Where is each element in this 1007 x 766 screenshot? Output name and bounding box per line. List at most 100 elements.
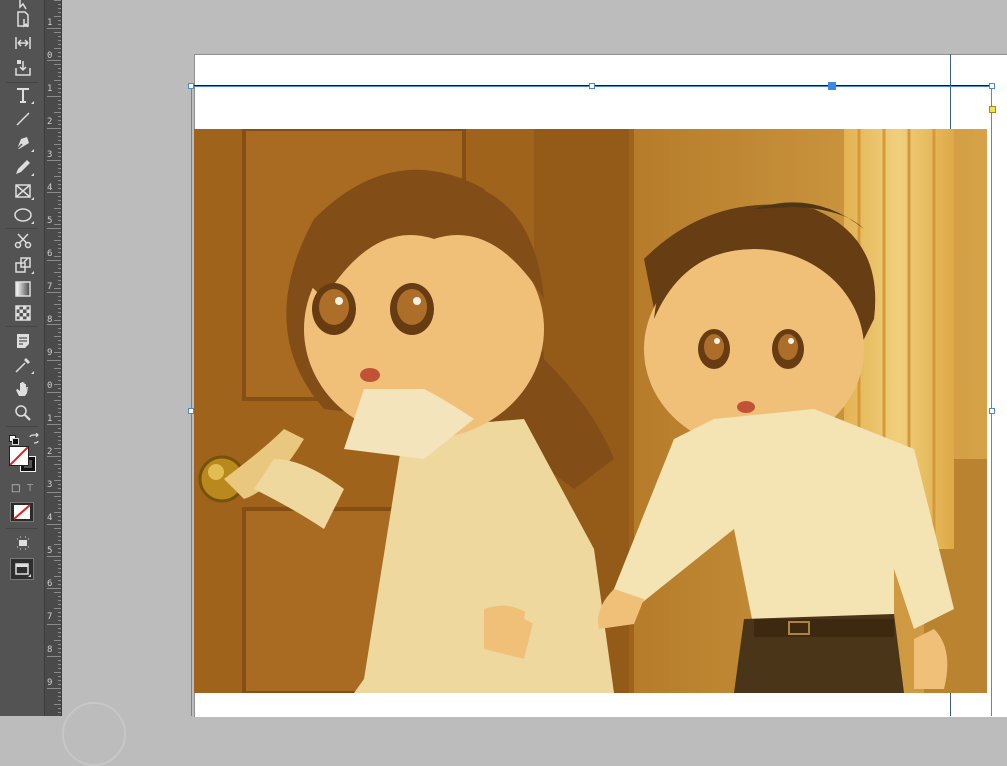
- ruler-label: 8: [47, 645, 53, 655]
- zoom-tool[interactable]: [10, 402, 36, 424]
- ruler-tick: [58, 572, 61, 573]
- screen-mode-normal[interactable]: [10, 558, 34, 580]
- line-tool[interactable]: [10, 108, 36, 130]
- ruler-tick: [47, 688, 61, 689]
- ruler-label: 5: [47, 216, 53, 226]
- page-tool[interactable]: [10, 8, 36, 30]
- free-transform-icon: [15, 257, 31, 273]
- ruler-tick: [54, 576, 61, 577]
- ruler-tick: [47, 624, 61, 625]
- ruler-tick: [58, 440, 61, 441]
- ruler-tick: [58, 712, 61, 713]
- ruler-tick: [54, 320, 61, 321]
- swap-fill-stroke-button[interactable]: [28, 430, 40, 444]
- ruler-tick: [54, 560, 61, 561]
- screen-mode-preview[interactable]: [10, 532, 36, 554]
- gradient-feather-icon: [15, 305, 31, 321]
- formatting-affects-text[interactable]: T: [27, 483, 39, 495]
- ruler-tick: [47, 228, 61, 229]
- ruler-tick: [58, 488, 61, 489]
- ruler-tick: [58, 436, 61, 437]
- ruler-tick: [47, 424, 61, 425]
- selected-frame[interactable]: [191, 86, 992, 716]
- handle-middle-right[interactable]: [989, 408, 995, 414]
- eyedropper-tool[interactable]: [10, 354, 36, 376]
- gap-tool[interactable]: [10, 32, 36, 54]
- ruler-tick: [58, 136, 61, 137]
- ruler-tick: [58, 472, 61, 473]
- ruler-tick: [58, 584, 61, 585]
- ruler-tick: [58, 40, 61, 41]
- tools-panel: □ T: [0, 0, 45, 716]
- gradient-feather-tool[interactable]: [10, 302, 36, 324]
- ruler-tick: [58, 124, 61, 125]
- pen-tool[interactable]: [10, 132, 36, 154]
- ruler-tick: [58, 412, 61, 413]
- ruler-tick: [58, 248, 61, 249]
- ruler-label: 4: [47, 513, 53, 523]
- type-tool[interactable]: [10, 84, 36, 106]
- ruler-tick: [47, 360, 61, 361]
- ruler-tick: [58, 52, 61, 53]
- ruler-tick: [58, 68, 61, 69]
- vertical-ruler[interactable]: 101234567890123456789: [45, 0, 62, 716]
- ruler-tick: [58, 348, 61, 349]
- swap-arrow-icon: [29, 432, 39, 444]
- ruler-tick: [54, 0, 61, 1]
- ruler-tick: [58, 380, 61, 381]
- handle-top-left[interactable]: [188, 83, 194, 89]
- ruler-label: 0: [47, 381, 53, 391]
- handle-top-center[interactable]: [589, 83, 595, 89]
- default-fill-stroke-button[interactable]: [9, 430, 19, 445]
- free-transform-tool[interactable]: [10, 254, 36, 276]
- ruler-tick: [58, 468, 61, 469]
- hand-tool[interactable]: [10, 378, 36, 400]
- ruler-tick: [58, 200, 61, 201]
- handle-middle-left[interactable]: [188, 408, 194, 414]
- ruler-tick: [54, 272, 61, 273]
- ruler-tick: [58, 648, 61, 649]
- ruler-tick: [58, 508, 61, 509]
- none-slash-icon: [10, 447, 28, 465]
- ellipse-icon: [14, 208, 32, 222]
- ruler-tick: [47, 160, 61, 161]
- ruler-tick: [58, 280, 61, 281]
- ruler-tick: [54, 496, 61, 497]
- ruler-tick: [54, 448, 61, 449]
- live-corner-widget[interactable]: [989, 106, 996, 113]
- ruler-tick: [58, 56, 61, 57]
- ruler-tick: [54, 528, 61, 529]
- ruler-tick: [58, 680, 61, 681]
- gradient-swatch-tool[interactable]: [10, 278, 36, 300]
- ruler-label: 6: [47, 249, 53, 259]
- ruler-tick: [54, 592, 61, 593]
- ruler-tick: [58, 660, 61, 661]
- ruler-tick: [58, 300, 61, 301]
- ruler-tick: [58, 8, 61, 9]
- ruler-tick: [58, 388, 61, 389]
- note-icon: [17, 334, 29, 348]
- pencil-tool[interactable]: [10, 156, 36, 178]
- ruler-tick: [47, 588, 61, 589]
- ruler-tick: [47, 60, 61, 61]
- frame-reference-point[interactable]: [828, 82, 836, 90]
- ruler-tick: [58, 404, 61, 405]
- content-collector-tool[interactable]: [10, 57, 36, 79]
- ellipse-tool[interactable]: [10, 204, 36, 226]
- formatting-affects-container[interactable]: □: [11, 483, 23, 495]
- ruler-tick: [47, 192, 61, 193]
- ruler-tick: [58, 140, 61, 141]
- ruler-tick: [54, 672, 61, 673]
- ruler-tick: [58, 132, 61, 133]
- scissors-tool[interactable]: [10, 230, 36, 252]
- rectangle-frame-tool[interactable]: [10, 180, 36, 202]
- ruler-tick: [58, 540, 61, 541]
- ruler-tick: [58, 620, 61, 621]
- handle-top-right[interactable]: [989, 83, 995, 89]
- ruler-tick: [47, 556, 61, 557]
- ruler-tick: [54, 352, 61, 353]
- note-tool[interactable]: [10, 330, 36, 352]
- apply-none-button[interactable]: [10, 502, 34, 522]
- fill-swatch-none[interactable]: [9, 446, 29, 466]
- ruler-tick: [58, 452, 61, 453]
